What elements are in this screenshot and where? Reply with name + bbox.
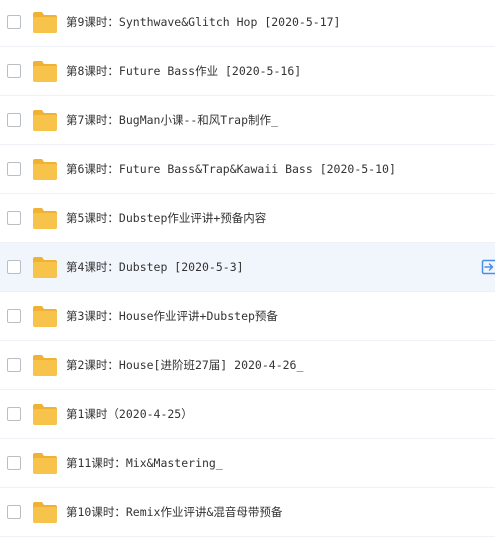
row-checkbox[interactable] <box>7 113 21 127</box>
folder-name[interactable]: 第11课时：Mix&Mastering_ <box>66 455 223 471</box>
row-checkbox[interactable] <box>7 309 21 323</box>
folder-name[interactable]: 第4课时：Dubstep [2020-5-3] <box>66 259 244 275</box>
share-icon[interactable] <box>481 258 495 276</box>
folder-name[interactable]: 第10课时：Remix作业评讲&混音母带预备 <box>66 504 282 520</box>
list-item[interactable]: 第7课时：BugMan小课--和风Trap制作_ <box>0 96 495 145</box>
folder-icon <box>33 501 57 523</box>
folder-name[interactable]: 第2课时：House[进阶班27届] 2020-4-26_ <box>66 357 303 373</box>
list-item[interactable]: 第4课时：Dubstep [2020-5-3] <box>0 243 495 292</box>
row-checkbox[interactable] <box>7 162 21 176</box>
folder-icon <box>33 305 57 327</box>
row-checkbox[interactable] <box>7 456 21 470</box>
row-checkbox[interactable] <box>7 358 21 372</box>
row-checkbox[interactable] <box>7 407 21 421</box>
row-checkbox[interactable] <box>7 15 21 29</box>
folder-name[interactable]: 第9课时：Synthwave&Glitch Hop [2020-5-17] <box>66 14 340 30</box>
folder-icon <box>33 452 57 474</box>
list-item[interactable]: 第6课时：Future Bass&Trap&Kawaii Bass [2020-… <box>0 145 495 194</box>
list-item[interactable]: 第1课时（2020-4-25） <box>0 390 495 439</box>
folder-icon <box>33 11 57 33</box>
list-item[interactable]: 第10课时：Remix作业评讲&混音母带预备 <box>0 488 495 537</box>
folder-name[interactable]: 第5课时：Dubstep作业评讲+预备内容 <box>66 210 266 226</box>
list-item[interactable]: 第8课时：Future Bass作业 [2020-5-16] <box>0 47 495 96</box>
row-checkbox[interactable] <box>7 260 21 274</box>
folder-name[interactable]: 第1课时（2020-4-25） <box>66 406 193 422</box>
list-item[interactable]: 第9课时：Synthwave&Glitch Hop [2020-5-17] <box>0 0 495 47</box>
file-list: 第9课时：Synthwave&Glitch Hop [2020-5-17] 第8… <box>0 0 495 537</box>
folder-icon <box>33 109 57 131</box>
folder-icon <box>33 403 57 425</box>
list-item[interactable]: 第3课时：House作业评讲+Dubstep预备 <box>0 292 495 341</box>
list-item[interactable]: 第2课时：House[进阶班27届] 2020-4-26_ <box>0 341 495 390</box>
folder-icon <box>33 354 57 376</box>
folder-name[interactable]: 第7课时：BugMan小课--和风Trap制作_ <box>66 112 278 128</box>
row-checkbox[interactable] <box>7 64 21 78</box>
row-checkbox[interactable] <box>7 211 21 225</box>
row-checkbox[interactable] <box>7 505 21 519</box>
list-item[interactable]: 第11课时：Mix&Mastering_ <box>0 439 495 488</box>
folder-name[interactable]: 第6课时：Future Bass&Trap&Kawaii Bass [2020-… <box>66 161 396 177</box>
folder-icon <box>33 256 57 278</box>
folder-name[interactable]: 第3课时：House作业评讲+Dubstep预备 <box>66 308 278 324</box>
folder-icon <box>33 158 57 180</box>
list-item[interactable]: 第5课时：Dubstep作业评讲+预备内容 <box>0 194 495 243</box>
folder-icon <box>33 207 57 229</box>
folder-name[interactable]: 第8课时：Future Bass作业 [2020-5-16] <box>66 63 301 79</box>
folder-icon <box>33 60 57 82</box>
